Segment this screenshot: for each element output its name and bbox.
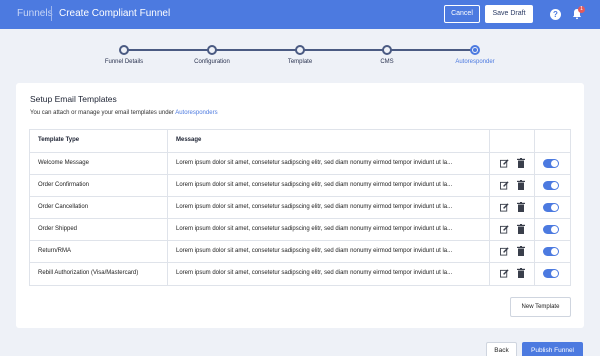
template-message: Lorem ipsum dolor sit amet, consetetur s… bbox=[176, 270, 453, 276]
template-type: Order Shipped bbox=[38, 226, 78, 232]
trash-icon[interactable] bbox=[517, 224, 525, 234]
table-row: Return/RMA Lorem ipsum dolor sit amet, c… bbox=[30, 240, 570, 262]
autoresponders-link[interactable]: Autoresponders bbox=[175, 110, 217, 116]
trash-icon[interactable] bbox=[517, 180, 525, 190]
enable-toggle[interactable] bbox=[543, 247, 559, 256]
template-type: Welcome Message bbox=[38, 160, 89, 166]
table-header-row: Template Type Message bbox=[30, 130, 570, 152]
save-draft-button[interactable]: Save Draft bbox=[485, 5, 533, 23]
table-row: Welcome Message Lorem ipsum dolor sit am… bbox=[30, 152, 570, 174]
table-row: Order Cancellation Lorem ipsum dolor sit… bbox=[30, 196, 570, 218]
template-message: Lorem ipsum dolor sit amet, consetetur s… bbox=[176, 248, 453, 254]
table-row: Order Shipped Lorem ipsum dolor sit amet… bbox=[30, 218, 570, 240]
trash-icon[interactable] bbox=[517, 268, 525, 278]
template-message: Lorem ipsum dolor sit amet, consetetur s… bbox=[176, 226, 453, 232]
template-type: Order Confirmation bbox=[38, 182, 90, 188]
column-header-message: Message bbox=[176, 137, 202, 143]
step-dot-cms[interactable] bbox=[382, 45, 392, 55]
column-header-template-type: Template Type bbox=[38, 137, 80, 143]
step-dot-autoresponder[interactable] bbox=[470, 45, 480, 55]
notification-badge: 1 bbox=[578, 6, 585, 13]
section-title: Setup Email Templates bbox=[30, 94, 117, 104]
enable-toggle[interactable] bbox=[543, 269, 559, 278]
enable-toggle[interactable] bbox=[543, 203, 559, 212]
template-type: Rebill Authorization (Visa/Mastercard) bbox=[38, 270, 139, 276]
cancel-button[interactable]: Cancel bbox=[444, 5, 480, 23]
step-label-cms[interactable]: CMS bbox=[380, 59, 393, 65]
subtitle-text: You can attach or manage your email temp… bbox=[30, 110, 176, 116]
progress-stepper bbox=[119, 45, 480, 55]
table-row: Rebill Authorization (Visa/Mastercard) L… bbox=[30, 262, 570, 284]
edit-icon[interactable] bbox=[500, 225, 509, 234]
page-title: Create Compliant Funnel bbox=[59, 8, 171, 19]
step-dot-funnel-details[interactable] bbox=[119, 45, 129, 55]
step-label-template[interactable]: Template bbox=[288, 59, 312, 65]
template-type: Return/RMA bbox=[38, 248, 72, 254]
step-label-configuration[interactable]: Configuration bbox=[194, 59, 230, 65]
template-message: Lorem ipsum dolor sit amet, consetetur s… bbox=[176, 160, 453, 166]
help-icon[interactable]: ? bbox=[550, 9, 561, 20]
breadcrumb-divider bbox=[51, 6, 52, 21]
enable-toggle[interactable] bbox=[543, 225, 559, 234]
publish-funnel-button[interactable]: Publish Funnel bbox=[522, 342, 583, 356]
email-templates-card: Setup Email Templates You can attach or … bbox=[16, 83, 584, 328]
enable-toggle[interactable] bbox=[543, 181, 559, 190]
edit-icon[interactable] bbox=[500, 159, 509, 168]
top-bar: Funnels Create Compliant Funnel Cancel S… bbox=[0, 0, 600, 29]
trash-icon[interactable] bbox=[517, 158, 525, 168]
section-subtitle: You can attach or manage your email temp… bbox=[30, 110, 218, 116]
step-dot-configuration[interactable] bbox=[207, 45, 217, 55]
template-message: Lorem ipsum dolor sit amet, consetetur s… bbox=[176, 182, 453, 188]
step-label-autoresponder[interactable]: Autoresponder bbox=[455, 59, 494, 65]
trash-icon[interactable] bbox=[517, 246, 525, 256]
edit-icon[interactable] bbox=[500, 247, 509, 256]
step-label-funnel-details[interactable]: Funnel Details bbox=[105, 59, 143, 65]
trash-icon[interactable] bbox=[517, 202, 525, 212]
edit-icon[interactable] bbox=[500, 269, 509, 278]
template-type: Order Cancellation bbox=[38, 204, 89, 210]
edit-icon[interactable] bbox=[500, 181, 509, 190]
template-message: Lorem ipsum dolor sit amet, consetetur s… bbox=[176, 204, 453, 210]
templates-table: Template Type Message Welcome Message Lo… bbox=[29, 129, 571, 286]
table-row: Order Confirmation Lorem ipsum dolor sit… bbox=[30, 174, 570, 196]
breadcrumb-funnels[interactable]: Funnels bbox=[17, 8, 53, 19]
new-template-button[interactable]: New Template bbox=[510, 297, 571, 317]
step-dot-template[interactable] bbox=[295, 45, 305, 55]
enable-toggle[interactable] bbox=[543, 159, 559, 168]
edit-icon[interactable] bbox=[500, 203, 509, 212]
back-button[interactable]: Back bbox=[486, 342, 517, 356]
